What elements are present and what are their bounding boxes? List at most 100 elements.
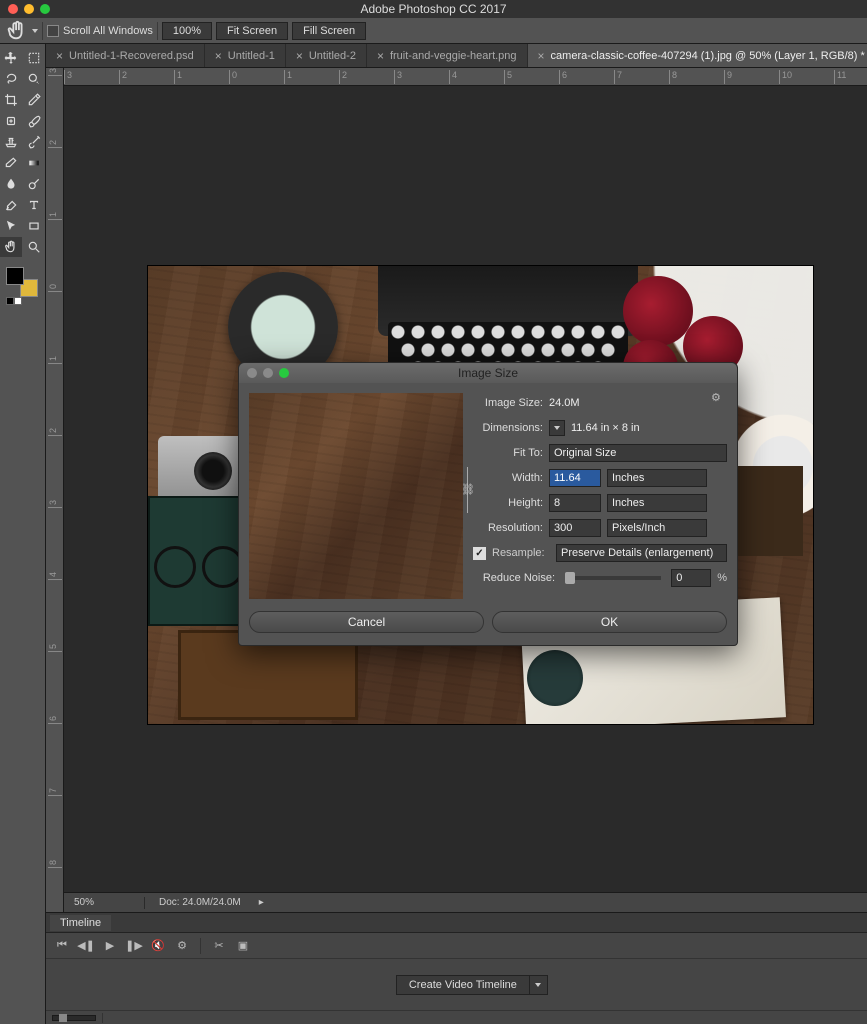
close-tab-icon[interactable]: ×: [215, 49, 222, 63]
document-tab[interactable]: × Untitled-2: [286, 44, 367, 67]
ruler-tick: 5: [504, 70, 512, 84]
ruler-tick: 3: [64, 70, 72, 84]
doc-info[interactable]: Doc: 24.0M/24.0M: [159, 897, 241, 908]
timeline-zoom-slider[interactable]: [52, 1015, 96, 1021]
ruler-tick: 8: [669, 70, 677, 84]
clone-stamp-tool[interactable]: [0, 132, 22, 152]
vertical-ruler[interactable]: 321012345678910: [46, 68, 64, 912]
lasso-tool[interactable]: [0, 69, 22, 89]
link-width-height-icon[interactable]: ⛓: [463, 467, 473, 513]
dialog-preview-image[interactable]: [249, 393, 463, 599]
foreground-swatch[interactable]: [6, 267, 24, 285]
timeline-tab[interactable]: Timeline: [50, 915, 111, 931]
go-to-first-frame-button[interactable]: ⏮: [54, 938, 70, 954]
path-select-tool[interactable]: [0, 216, 22, 236]
horizontal-ruler[interactable]: 32101234567891011121314: [64, 68, 867, 86]
fit-screen-button[interactable]: Fit Screen: [216, 22, 288, 40]
scroll-all-label: Scroll All Windows: [63, 25, 153, 37]
mute-button[interactable]: 🔇: [150, 938, 166, 954]
healing-brush-tool[interactable]: [0, 111, 22, 131]
zoom-tool[interactable]: [23, 237, 45, 257]
color-swatches[interactable]: [6, 267, 38, 303]
maximize-window-button[interactable]: [40, 4, 50, 14]
marquee-tool[interactable]: [23, 48, 45, 68]
tool-preset-dropdown[interactable]: [32, 29, 38, 33]
crop-tool[interactable]: [0, 90, 22, 110]
fill-screen-button[interactable]: Fill Screen: [292, 22, 366, 40]
create-video-dropdown[interactable]: [530, 975, 548, 995]
gradient-tool[interactable]: [23, 153, 45, 173]
close-window-button[interactable]: [8, 4, 18, 14]
eyedropper-tool[interactable]: [23, 90, 45, 110]
height-field[interactable]: [549, 494, 601, 512]
resample-checkbox[interactable]: ✓: [473, 547, 486, 560]
rectangle-tool[interactable]: [23, 216, 45, 236]
ruler-tick: 10: [779, 70, 792, 84]
create-video-timeline-button[interactable]: Create Video Timeline: [396, 975, 548, 995]
tool-panel: [0, 44, 46, 1024]
reduce-noise-field[interactable]: [671, 569, 711, 587]
quick-select-tool[interactable]: [23, 69, 45, 89]
close-tab-icon[interactable]: ×: [377, 49, 384, 63]
pen-tool[interactable]: [0, 195, 22, 215]
ruler-tick: 1: [284, 70, 292, 84]
ruler-tick: 3: [48, 68, 62, 76]
resample-method-select[interactable]: Preserve Details (enlargement): [556, 544, 727, 562]
transition-button[interactable]: ▣: [235, 938, 251, 954]
horizontal-scrollbar[interactable]: [278, 899, 867, 907]
hand-tool-icon: [6, 20, 28, 42]
resample-label: Resample:: [492, 547, 550, 559]
ruler-tick: 7: [48, 788, 62, 796]
dimensions-unit-dropdown[interactable]: [549, 420, 565, 436]
close-tab-icon[interactable]: ×: [296, 49, 303, 63]
ok-button[interactable]: OK: [492, 611, 727, 633]
prev-frame-button[interactable]: ◀❚: [78, 938, 94, 954]
blur-tool[interactable]: [0, 174, 22, 194]
dialog-settings-gear-icon[interactable]: ⚙: [711, 391, 727, 407]
document-tab[interactable]: ×camera-classic-coffee-407294 (1).jpg @ …: [528, 44, 867, 67]
zoom-100-button[interactable]: 100%: [162, 22, 212, 40]
ruler-tick: 5: [48, 644, 62, 652]
dodge-tool[interactable]: [23, 174, 45, 194]
resolution-unit-select[interactable]: Pixels/Inch: [607, 519, 707, 537]
zoom-level[interactable]: 50%: [74, 897, 130, 908]
doc-info-arrow[interactable]: ▸: [259, 897, 264, 908]
scroll-all-windows-checkbox[interactable]: Scroll All Windows: [47, 25, 153, 37]
resolution-field[interactable]: [549, 519, 601, 537]
next-frame-button[interactable]: ❚▶: [126, 938, 142, 954]
play-button[interactable]: ▶: [102, 938, 118, 954]
app-title: Adobe Photoshop CC 2017: [0, 2, 867, 16]
split-clip-button[interactable]: ✂: [211, 938, 227, 954]
image-size-value: 24.0M: [549, 397, 580, 409]
height-unit-select[interactable]: Inches: [607, 494, 707, 512]
document-tab[interactable]: × Untitled-1: [205, 44, 286, 67]
options-bar: Scroll All Windows 100% Fit Screen Fill …: [0, 18, 867, 44]
window-controls: [8, 4, 50, 14]
document-tab[interactable]: ×Untitled-1-Recovered.psd: [46, 44, 205, 67]
reduce-noise-slider[interactable]: [565, 576, 661, 580]
ruler-tick: 3: [48, 500, 62, 508]
hand-tool[interactable]: [0, 237, 22, 257]
minimize-window-button[interactable]: [24, 4, 34, 14]
width-unit-select[interactable]: Inches: [607, 469, 707, 487]
eraser-tool[interactable]: [0, 153, 22, 173]
document-tab[interactable]: ×fruit-and-veggie-heart.png: [367, 44, 528, 67]
cancel-button[interactable]: Cancel: [249, 611, 484, 633]
dialog-titlebar[interactable]: Image Size: [239, 363, 737, 383]
brush-tool[interactable]: [23, 111, 45, 131]
ruler-tick: 6: [48, 716, 62, 724]
move-tool[interactable]: [0, 48, 22, 68]
dimensions-value: 11.64 in × 8 in: [571, 422, 640, 434]
resolution-label: Resolution:: [473, 522, 543, 534]
settings-gear-icon[interactable]: ⚙: [174, 938, 190, 954]
tab-label: Untitled-2: [309, 50, 356, 62]
ruler-tick: 1: [174, 70, 182, 84]
timeline-transport: ⏮ ◀❚ ▶ ❚▶ 🔇 ⚙ ✂ ▣: [46, 933, 867, 959]
width-field[interactable]: [549, 469, 601, 487]
close-tab-icon[interactable]: ×: [538, 49, 545, 63]
tab-label: Untitled-1: [228, 50, 275, 62]
type-tool[interactable]: [23, 195, 45, 215]
close-tab-icon[interactable]: ×: [56, 49, 63, 63]
history-brush-tool[interactable]: [23, 132, 45, 152]
fit-to-select[interactable]: Original Size: [549, 444, 727, 462]
